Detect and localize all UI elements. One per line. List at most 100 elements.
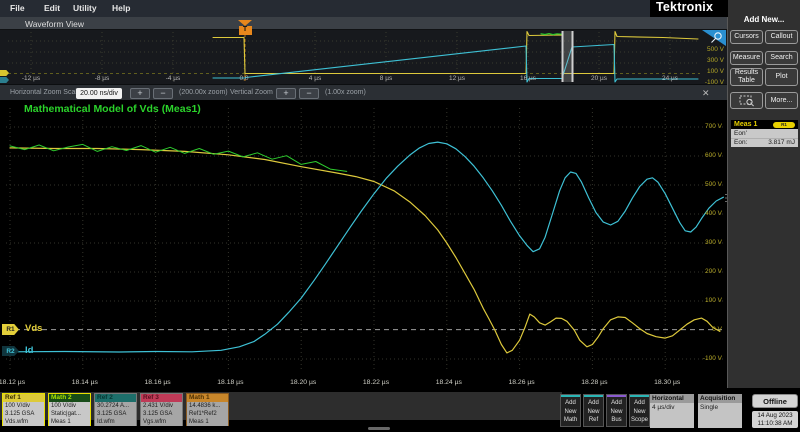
- add-bus-l2: New: [610, 409, 622, 415]
- meas1-row2-value: 3.817 mJ: [768, 139, 795, 146]
- acquisition-badge[interactable]: Acquisition Single: [698, 394, 742, 427]
- add-math-l2: New: [564, 409, 576, 415]
- main-y-label-3: 400 V: [688, 210, 722, 217]
- overview-x-label-2: -4 µs: [157, 75, 189, 82]
- meas1-row-eon: Eon: 3.817 mJ: [731, 138, 798, 148]
- menu-edit[interactable]: Edit: [44, 3, 60, 13]
- add-bus-l3: Bus: [611, 417, 621, 423]
- overview-x-label-8: 20 µs: [583, 75, 615, 82]
- meas1-source-pill: R1: [773, 122, 795, 128]
- offline-button[interactable]: Offline: [752, 394, 798, 408]
- overview-y-label-1: 300 V: [692, 57, 724, 64]
- overview-x-label-3: 0.0: [228, 75, 260, 82]
- badge-ref1-samplerate: 3.125 GSA: [3, 410, 44, 418]
- badge-ref2-source: Id.wfm: [95, 418, 136, 426]
- magnifier-handle: [712, 39, 716, 43]
- meas1-row-eon-prime: Eon': [731, 129, 798, 138]
- overview-x-label-0: -12 µs: [15, 75, 47, 82]
- add-scope-l2: New: [633, 409, 645, 415]
- meas1-row2-label: Eon:: [734, 139, 747, 146]
- add-math-l1: Add: [565, 400, 576, 406]
- menu-file[interactable]: File: [10, 3, 25, 13]
- badge-math2-expr: Static|gat...: [49, 410, 90, 418]
- main-y-label-8: -100 V: [688, 355, 722, 362]
- badge-ref3-title: Ref 3: [141, 394, 182, 402]
- horizontal-value: 4 µs/div: [650, 403, 694, 428]
- dock-scrollbar[interactable]: [368, 427, 390, 430]
- badge-ref2[interactable]: Ref 2 30.2724 A... 3.125 GSA Id.wfm: [94, 393, 137, 426]
- badge-ref3[interactable]: Ref 3 2.431 V/div 3.125 GSA Vgs.wfm: [140, 393, 183, 426]
- zoom-overview-button[interactable]: [730, 92, 763, 109]
- cursors-button[interactable]: Cursors: [730, 30, 763, 44]
- main-x-label-4: 18.20 µs: [283, 379, 323, 386]
- badge-math1-scale: 14.4836 k...: [187, 402, 228, 410]
- zoom-box-right-handle[interactable]: [572, 31, 574, 82]
- measure-button[interactable]: Measure: [730, 51, 763, 65]
- zoom-overview-glyph-icon: [739, 95, 755, 107]
- meas1-title: Meas 1: [734, 121, 757, 128]
- horizontal-zoom-scale-value[interactable]: 20.00 ns/div: [76, 88, 122, 99]
- zoom-close-icon[interactable]: ✕: [702, 88, 710, 99]
- menu-help[interactable]: Help: [112, 3, 130, 13]
- results-table-button[interactable]: Results Table: [730, 68, 763, 86]
- zoom-box-left-handle[interactable]: [562, 31, 564, 82]
- badge-ref1-source: Vds.wfm: [3, 418, 44, 426]
- v-zoom-minus-button[interactable]: −: [299, 88, 319, 99]
- acquisition-title: Acquisition: [698, 394, 742, 403]
- waveform-overview-panel[interactable]: -12 µs-8 µs-4 µs0.04 µs8 µs12 µs16 µs20 …: [0, 30, 728, 84]
- overview-y-label-0: 500 V: [692, 46, 724, 53]
- h-zoom-minus-button[interactable]: −: [153, 88, 173, 99]
- add-new-math-button[interactable]: Add New Math: [560, 394, 581, 427]
- main-y-label-7: 0 V: [688, 326, 722, 333]
- ref1-trace-label: Vds: [25, 323, 42, 334]
- badge-ref3-scale: 2.431 V/div: [141, 402, 182, 410]
- badge-ref3-samplerate: 3.125 GSA: [141, 410, 182, 418]
- main-x-label-3: 18.18 µs: [210, 379, 250, 386]
- add-new-heading: Add New...: [728, 15, 800, 24]
- main-waveform-view[interactable]: Mathematical Model of Vds (Meas1) 700 V6…: [0, 100, 728, 388]
- main-x-label-2: 18.16 µs: [138, 379, 178, 386]
- add-ref-l3: Ref: [589, 417, 598, 423]
- plot-title: Mathematical Model of Vds (Meas1): [24, 103, 201, 115]
- plot-button[interactable]: Plot: [765, 68, 798, 86]
- datetime-display: 14 Aug 2023 11:10:38 AM: [752, 411, 798, 428]
- badge-ref1[interactable]: Ref 1 100 V/div 3.125 GSA Vds.wfm: [2, 393, 45, 426]
- add-scope-l3: Scope: [631, 417, 648, 423]
- main-x-label-6: 18.24 µs: [429, 379, 469, 386]
- horizontal-title: Horizontal: [650, 394, 694, 403]
- tab-waveform-view[interactable]: Waveform View: [25, 19, 84, 29]
- badge-math1[interactable]: Math 1 14.4836 k... Ref1*Ref2 Meas 1: [186, 393, 229, 426]
- badge-ref3-source: Vgs.wfm: [141, 418, 182, 426]
- v-zoom-plus-button[interactable]: +: [276, 88, 296, 99]
- badge-math2[interactable]: Math 2 100 V/div Static|gat... Meas 1: [48, 393, 91, 426]
- main-x-label-1: 18.14 µs: [65, 379, 105, 386]
- h-zoom-plus-button[interactable]: +: [130, 88, 150, 99]
- main-traces: [10, 142, 723, 353]
- menu-utility[interactable]: Utility: [73, 3, 97, 13]
- zoom-overview-icon[interactable]: [702, 30, 726, 46]
- badge-math2-title: Math 2: [49, 394, 90, 402]
- meas1-row1-label: Eon': [734, 130, 747, 137]
- more-button[interactable]: More...: [765, 92, 798, 109]
- trace-Vds-overview: [213, 32, 698, 74]
- trigger-flag[interactable]: T: [238, 20, 252, 34]
- main-y-label-4: 300 V: [688, 239, 722, 246]
- panel-drag-handle[interactable]: ⋮: [721, 196, 731, 201]
- add-new-scope-button[interactable]: Add New Scope: [629, 394, 650, 427]
- callout-button[interactable]: Callout: [765, 30, 798, 44]
- time-text: 11:10:38 AM: [758, 420, 793, 427]
- add-new-bus-button[interactable]: Add New Bus: [606, 394, 627, 427]
- main-x-label-8: 18.28 µs: [574, 379, 614, 386]
- zoom-scale-bar: Horizontal Zoom Scale 20.00 ns/div + − (…: [0, 84, 728, 100]
- overview-x-label-6: 12 µs: [441, 75, 473, 82]
- badge-ref2-samplerate: 3.125 GSA: [95, 410, 136, 418]
- zoom-selection-box[interactable]: [563, 31, 573, 82]
- search-button[interactable]: Search: [765, 51, 798, 65]
- v-zoom-factor: (1.00x zoom): [325, 89, 366, 96]
- meas1-results-badge[interactable]: Meas 1 R1 Eon' Eon: 3.817 mJ: [731, 120, 798, 147]
- overview-x-label-9: 24 µs: [654, 75, 686, 82]
- horizontal-badge[interactable]: Horizontal 4 µs/div: [650, 394, 694, 427]
- add-new-ref-button[interactable]: Add New Ref: [583, 394, 604, 427]
- meas1-body: Eon' Eon: 3.817 mJ: [731, 129, 798, 147]
- horizontal-zoom-scale-label: Horizontal Zoom Scale: [10, 89, 81, 96]
